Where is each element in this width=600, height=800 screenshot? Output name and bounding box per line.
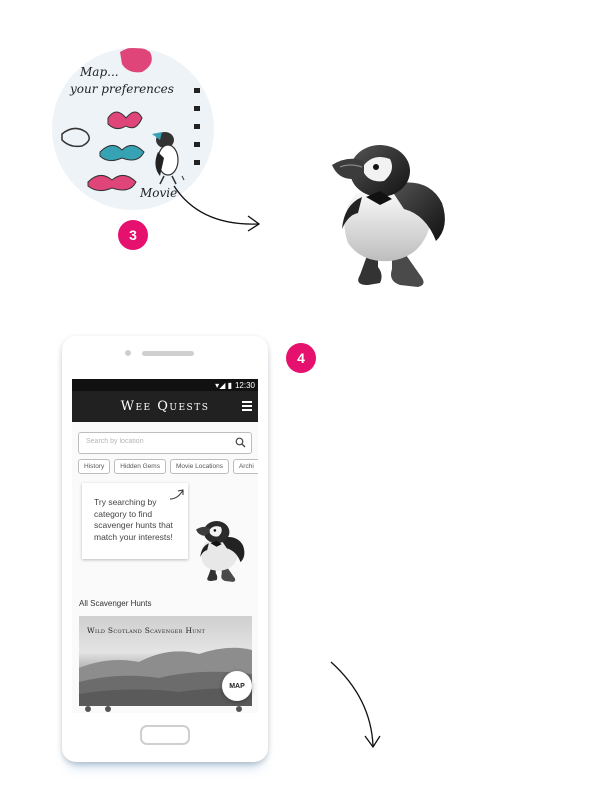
arrow-down-icon [330,661,381,749]
home-button[interactable] [140,725,190,745]
phone-mockup: ▾◢ ▮ 12:30 Wee Quests History Hidden Gem… [62,336,268,762]
star-icon [236,706,242,712]
location-icon [105,706,111,712]
step-badge-4: 4 [286,343,316,373]
status-bar: ▾◢ ▮ 12:30 [72,379,258,391]
phone-speaker [142,351,194,356]
tip-card: Try searching by category to find scaven… [82,483,188,559]
clock-icon [85,706,91,712]
chip-history[interactable]: History [78,459,111,474]
chip-architecture[interactable]: Archi [232,459,258,474]
app-bar: Wee Quests [72,391,258,422]
arrow-icon [173,185,261,232]
map-button[interactable]: MAP [222,671,252,701]
chip-movie-locations[interactable]: Movie Locations [169,459,229,474]
tip-text: Try searching by category to find scaven… [94,497,173,542]
search-icon[interactable] [235,437,246,448]
section-title: All Scavenger Hunts [79,599,152,608]
search-bar [78,432,252,454]
app-title: Wee Quests [120,399,210,414]
menu-icon[interactable] [242,401,252,413]
signal-icon: ▾◢ ▮ [215,380,232,390]
phone-camera [125,350,131,356]
category-chips: History Hidden Gems Movie Locations Arch… [78,459,258,474]
puffin-illustration [332,145,445,287]
app-screen: ▾◢ ▮ 12:30 Wee Quests History Hidden Gem… [72,379,258,713]
chip-hidden-gems[interactable]: Hidden Gems [114,459,166,474]
card-title: Wild Scotland Scavenger Hunt [87,626,206,635]
puffin-small-illustration [196,521,245,582]
search-input[interactable] [86,438,226,445]
tip-arrow-icon [169,489,184,500]
card-footer [79,706,258,713]
status-time: 12:30 [234,380,255,390]
sketch-text-line-2: your preferences [70,82,174,96]
sketch-text-line-1: Map... [80,65,119,79]
step-badge-3: 3 [118,220,148,250]
